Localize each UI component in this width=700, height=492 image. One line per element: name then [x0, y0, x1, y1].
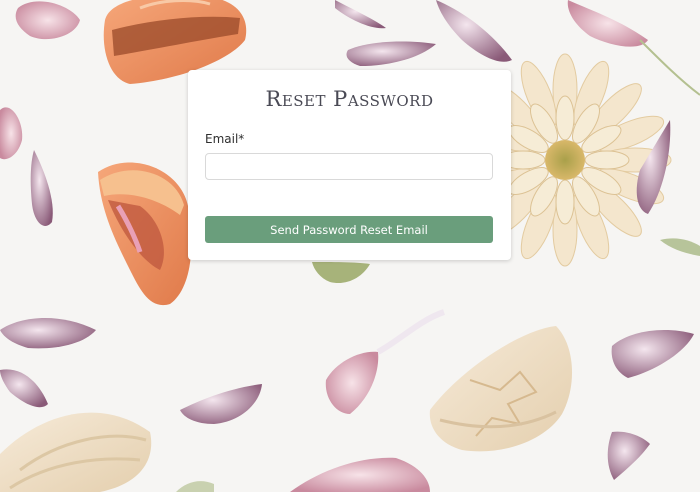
send-password-reset-button[interactable]: Send Password Reset Email [205, 216, 493, 243]
page-title: Reset Password [265, 87, 434, 111]
email-field[interactable] [205, 153, 493, 180]
email-label: Email* [205, 132, 245, 146]
reset-password-card: Reset Password Email* Send Password Rese… [188, 70, 511, 260]
